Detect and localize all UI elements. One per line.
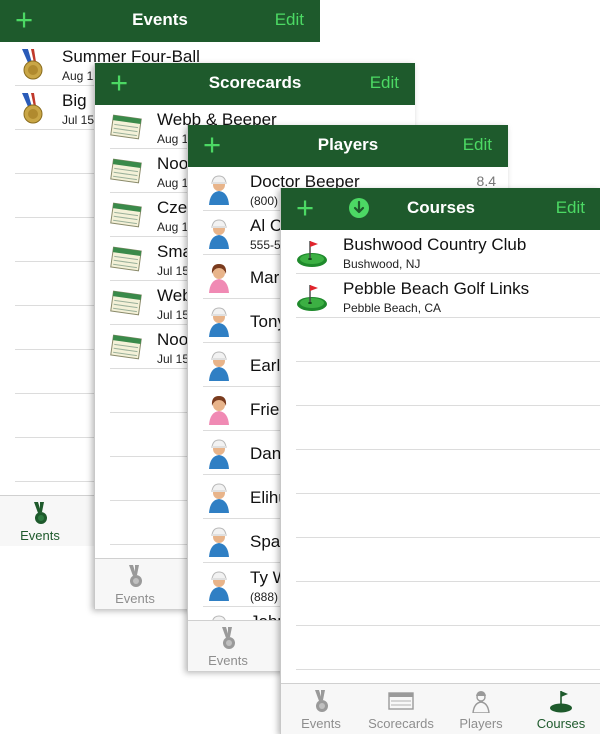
empty-row	[281, 362, 600, 406]
golf-green-icon	[297, 285, 327, 311]
tab-label: Events	[115, 591, 155, 606]
events-title: Events	[132, 10, 188, 29]
golf-green-icon	[550, 691, 572, 713]
empty-row	[281, 538, 600, 582]
golf-green-icon	[297, 241, 327, 267]
course-name: Bushwood Country Club	[343, 235, 527, 254]
empty-row	[281, 318, 600, 362]
medal-icon	[222, 627, 235, 649]
golfer-male-icon	[209, 483, 229, 513]
player-phone: (888)	[250, 590, 279, 604]
courses-screen: + Courses Edit Bushwood Country Club Bus…	[280, 188, 600, 734]
player-name: Mar	[250, 268, 280, 287]
scorecard-date: Aug 1	[157, 220, 189, 234]
medal-icon	[129, 565, 142, 587]
scorecard-icon	[110, 202, 142, 228]
scorecard-date: Jul 15	[157, 352, 190, 366]
scorecard-name: Cze	[157, 198, 188, 217]
scorecards-edit-button[interactable]: Edit	[370, 73, 399, 93]
tab-scorecards[interactable]: Scorecards	[361, 684, 441, 734]
player-name: Al C	[250, 216, 283, 235]
scorecards-nav-bar: + Scorecards Edit	[95, 63, 415, 105]
empty-row	[281, 494, 600, 538]
course-name: Pebble Beach Golf Links	[343, 279, 530, 298]
scorecard-icon	[110, 290, 142, 316]
golfer-female-icon	[209, 396, 229, 425]
tab-events[interactable]: Events	[0, 496, 80, 546]
event-name: Big	[62, 91, 87, 110]
event-date: Aug 1	[62, 69, 94, 83]
event-date: Jul 15	[62, 113, 95, 127]
scorecard-icon	[110, 246, 142, 272]
events-nav-bar: + Events Edit	[0, 0, 320, 42]
courses-list: Bushwood Country Club Bushwood, NJ Pebbl…	[281, 230, 600, 684]
scorecard-date: Jul 15	[157, 264, 190, 278]
empty-row	[281, 626, 600, 670]
golfer-male-icon	[209, 527, 229, 557]
scorecard-name: Noo	[157, 154, 189, 173]
tab-events[interactable]: Events	[188, 621, 268, 671]
row-divider	[296, 669, 600, 670]
course-location: Pebble Beach, CA	[343, 301, 442, 315]
list-item-course[interactable]: Bushwood Country Club Bushwood, NJ	[281, 230, 600, 274]
scorecard-date: Jul 15	[157, 308, 190, 322]
golfer-male-icon	[209, 351, 229, 381]
tab-events[interactable]: Events	[281, 684, 361, 734]
players-edit-button[interactable]: Edit	[463, 135, 492, 155]
empty-row	[281, 450, 600, 494]
courses-edit-button[interactable]: Edit	[556, 198, 585, 218]
tab-courses[interactable]: Courses	[521, 684, 600, 734]
tab-label: Scorecards	[368, 716, 434, 731]
players-nav-bar: + Players Edit	[188, 125, 508, 167]
golfer-male-icon	[209, 219, 229, 249]
golfer-male-icon	[209, 175, 229, 205]
tab-events[interactable]: Events	[95, 559, 175, 609]
golfer-male-icon	[209, 307, 229, 337]
course-location: Bushwood, NJ	[343, 257, 421, 271]
player-phone: 555-5	[250, 238, 281, 252]
players-title: Players	[317, 135, 379, 154]
tab-label: Events	[20, 528, 60, 543]
medal-icon	[315, 690, 328, 712]
courses-title: Courses	[406, 198, 476, 217]
empty-row	[281, 406, 600, 450]
courses-tab-bar: Events Scorecards Players Courses	[281, 683, 600, 734]
empty-row	[281, 582, 600, 626]
medal-icon	[22, 49, 43, 80]
tab-players[interactable]: Players	[441, 684, 521, 734]
player-handicap: 8.4	[476, 173, 496, 189]
scorecard-name: Noo	[157, 330, 189, 349]
player-phone: (800)	[250, 194, 279, 208]
player-name: Spa	[250, 532, 281, 551]
tab-label: Events	[301, 716, 341, 731]
scorecard-date: Aug 1	[157, 176, 189, 190]
events-edit-button[interactable]: Edit	[275, 10, 304, 30]
tab-label: Events	[208, 653, 248, 668]
scorecard-icon	[388, 692, 414, 710]
scorecard-icon	[110, 334, 142, 360]
scorecard-icon	[110, 158, 142, 184]
golfer-male-icon	[209, 439, 229, 469]
list-item-course[interactable]: Pebble Beach Golf Links Pebble Beach, CA	[281, 274, 600, 318]
medal-icon	[22, 93, 43, 124]
player-name: Earl	[250, 356, 281, 375]
courses-nav-bar: + Courses Edit	[281, 188, 600, 230]
medal-icon	[34, 502, 47, 524]
golfer-female-icon	[209, 264, 229, 293]
scorecard-icon	[110, 114, 142, 140]
player-name: Dan	[250, 444, 282, 463]
golfer-male-icon	[209, 571, 229, 601]
tab-label: Players	[459, 716, 503, 731]
golfer-icon	[472, 691, 490, 713]
scorecard-date: Aug 1	[157, 132, 189, 146]
tab-label: Courses	[536, 716, 586, 731]
scorecards-title: Scorecards	[208, 73, 302, 92]
